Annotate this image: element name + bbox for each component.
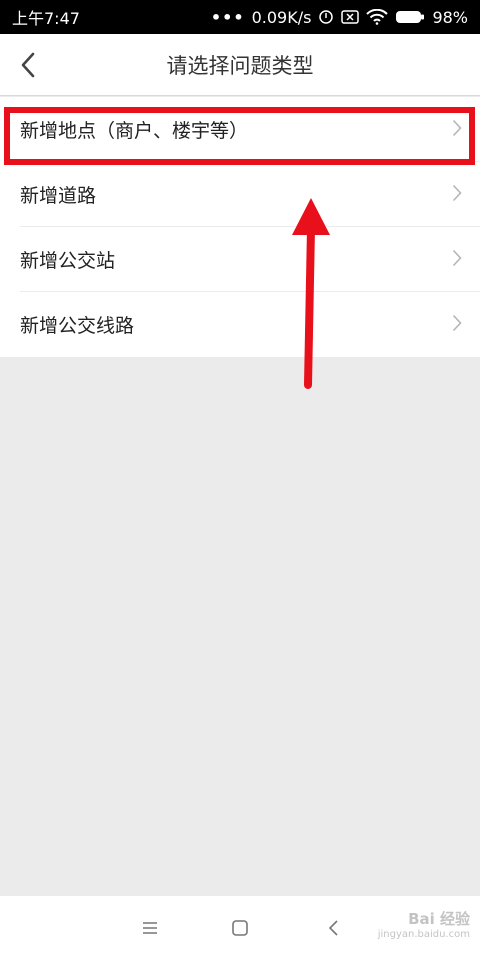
list-item-label: 新增公交线路	[20, 315, 135, 337]
sim-icon	[341, 9, 360, 25]
status-icons: ••• 0.09K/s 98%	[211, 8, 468, 27]
battery-level: 98%	[432, 7, 468, 27]
chevron-right-icon	[452, 314, 462, 336]
more-dots-icon: •••	[210, 7, 245, 27]
wifi-icon	[366, 9, 389, 25]
back-triangle-icon	[328, 920, 338, 936]
watermark-brand: Bai 经验	[408, 910, 470, 928]
battery-icon	[395, 9, 425, 25]
nav-back-button[interactable]	[320, 914, 348, 942]
nav-home-button[interactable]	[226, 914, 254, 942]
signal-off-icon	[318, 9, 334, 25]
system-nav-bar: Bai 经验 jingyan.baidu.com	[0, 896, 480, 960]
menu-icon	[143, 922, 157, 934]
watermark-url: jingyan.baidu.com	[377, 929, 470, 940]
list-item-label: 新增地点（商户、楼宇等）	[20, 120, 249, 142]
list-item-label: 新增道路	[20, 185, 97, 207]
list-item-new-bus-line[interactable]: 新增公交线路	[0, 292, 480, 357]
chevron-right-icon	[452, 184, 462, 206]
chevron-left-icon	[21, 52, 35, 78]
list-item-new-place[interactable]: 新增地点（商户、楼宇等）	[0, 97, 480, 162]
list-item-label: 新增公交站	[20, 250, 116, 272]
home-square-icon	[232, 920, 248, 936]
list-item-new-road[interactable]: 新增道路	[0, 162, 480, 227]
problem-type-list: 新增地点（商户、楼宇等） 新增道路 新增公交站 新增公交线路	[0, 97, 480, 357]
list-item-new-bus-stop[interactable]: 新增公交站	[0, 227, 480, 292]
chevron-right-icon	[452, 249, 462, 271]
watermark: Bai 经验 jingyan.baidu.com	[378, 908, 470, 940]
chevron-right-icon	[452, 119, 462, 141]
status-bar: 上午7:47 ••• 0.09K/s 98%	[0, 0, 480, 34]
back-button[interactable]	[8, 45, 48, 85]
header: 请选择问题类型	[0, 34, 480, 96]
page-title: 请选择问题类型	[166, 53, 314, 78]
nav-menu-button[interactable]	[136, 914, 164, 942]
status-time: 上午7:47	[12, 9, 80, 28]
network-speed: 0.09K/s	[251, 7, 312, 27]
